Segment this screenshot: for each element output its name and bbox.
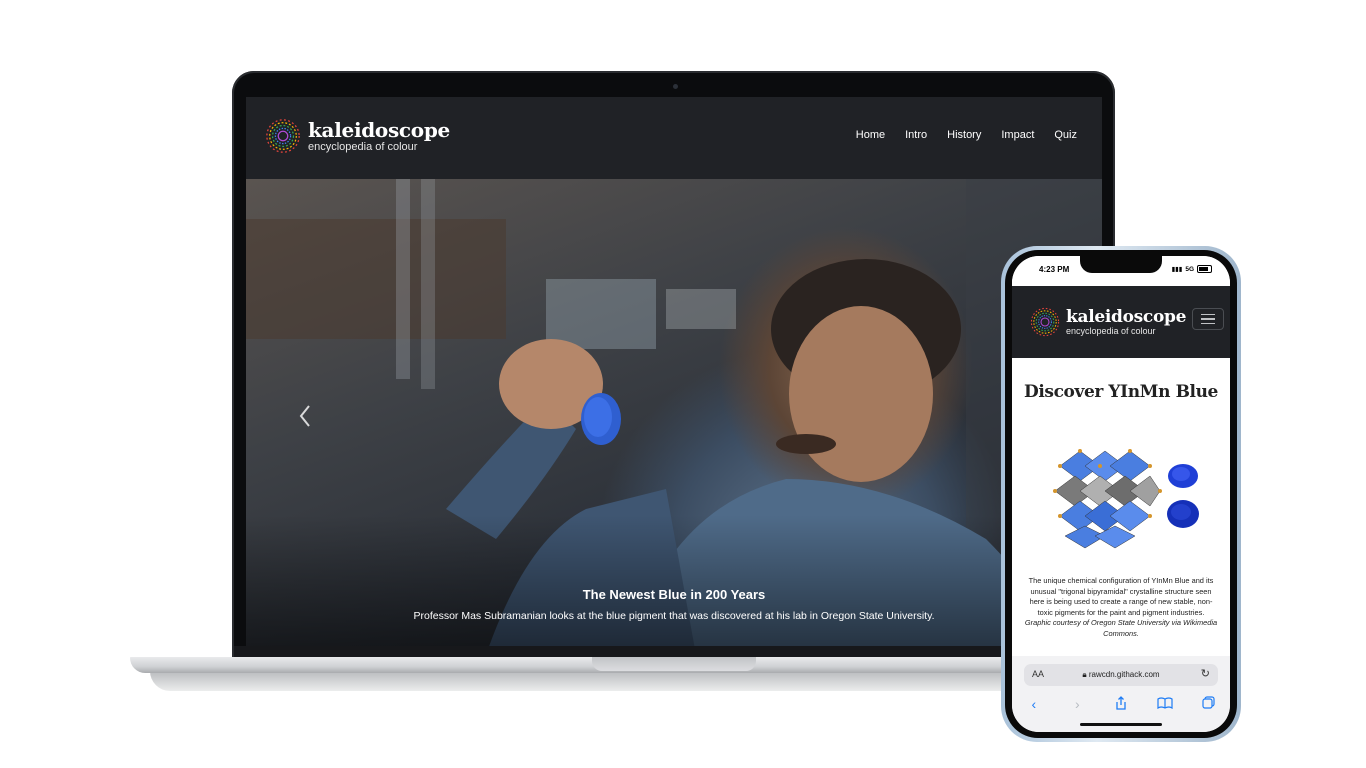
- chevron-left-icon: [299, 405, 310, 427]
- status-indicators: ▮▮▮ 5G: [1172, 265, 1212, 273]
- desktop-site: kaleidoscope encyclopedia of colour Home…: [246, 97, 1102, 655]
- share-glyph: [1116, 695, 1126, 710]
- mobile-site: 4:23 PM ▮▮▮ 5G kaleidoscope encyclopedia…: [1012, 256, 1230, 732]
- camera-dot: [673, 84, 678, 89]
- carousel-caption-title: The Newest Blue in 200 Years: [582, 587, 766, 602]
- crystal-structure-image: [1053, 449, 1199, 549]
- main-nav: Home Intro History Impact Quiz: [856, 129, 1077, 141]
- hero-carousel: The Newest Blue in 200 Years Professor M…: [246, 179, 1102, 655]
- forward-icon[interactable]: ›: [1067, 696, 1087, 712]
- caption-body: The unique chemical configuration of YIn…: [1028, 576, 1214, 617]
- home-indicator[interactable]: [1080, 723, 1162, 726]
- nav-quiz[interactable]: Quiz: [1054, 129, 1077, 141]
- nav-impact[interactable]: Impact: [1001, 129, 1034, 141]
- status-time: 4:23 PM: [1039, 265, 1070, 274]
- nav-history[interactable]: History: [947, 129, 981, 141]
- bookmarks-icon[interactable]: [1155, 696, 1175, 712]
- battery-icon: [1197, 265, 1212, 273]
- carousel-prev-button[interactable]: [298, 403, 318, 433]
- site-name: kaleidoscope: [308, 117, 450, 142]
- image-caption: The unique chemical configuration of YIn…: [1024, 576, 1218, 639]
- address-bar[interactable]: AA 🔒︎ rawcdn.githack.com ↻: [1024, 664, 1218, 686]
- mobile-logo[interactable]: kaleidoscope encyclopedia of colour: [1029, 306, 1186, 338]
- tabs-glyph: [1202, 696, 1215, 709]
- network-label: 5G: [1185, 265, 1194, 273]
- lock-icon: 🔒︎: [1082, 670, 1087, 679]
- hamburger-icon: [1201, 313, 1215, 316]
- laptop-opening-notch: [592, 657, 756, 671]
- caption-overlay: [246, 515, 1102, 655]
- site-header: kaleidoscope encyclopedia of colour Home…: [246, 97, 1102, 179]
- mobile-site-tagline: encyclopedia of colour: [1066, 325, 1156, 336]
- mobile-site-name: kaleidoscope: [1066, 306, 1187, 327]
- safari-toolbar: ‹ ›: [1012, 692, 1230, 716]
- caption-credit: Graphic courtesy of Oregon State Univers…: [1024, 618, 1218, 638]
- hamburger-line: [1201, 322, 1215, 325]
- url-text: rawcdn.githack.com: [1088, 670, 1160, 679]
- nav-intro[interactable]: Intro: [905, 129, 927, 141]
- phone-notch: [1080, 256, 1162, 273]
- reload-icon[interactable]: ↻: [1201, 667, 1210, 680]
- book-glyph: [1156, 697, 1173, 710]
- status-bar: 4:23 PM ▮▮▮ 5G: [1012, 256, 1230, 286]
- site-logo[interactable]: kaleidoscope encyclopedia of colour: [264, 117, 450, 155]
- nav-home[interactable]: Home: [856, 129, 885, 141]
- share-icon[interactable]: [1111, 695, 1131, 713]
- kaleidoscope-logo-icon: [266, 119, 300, 153]
- site-tagline: encyclopedia of colour: [308, 140, 418, 153]
- back-icon[interactable]: ‹: [1024, 696, 1044, 712]
- mobile-page-title: Discover YInMn Blue: [1024, 382, 1218, 402]
- kaleidoscope-logo-icon: [1030, 307, 1060, 337]
- tabs-icon[interactable]: [1198, 696, 1218, 712]
- hamburger-line: [1201, 318, 1215, 320]
- carousel-caption-text: Professor Mas Subramanian looks at the b…: [413, 610, 935, 622]
- safari-bottom-bar: AA 🔒︎ rawcdn.githack.com ↻ ‹ ›: [1012, 656, 1230, 732]
- signal-icon: ▮▮▮: [1171, 266, 1183, 273]
- url-display: 🔒︎ rawcdn.githack.com: [1024, 670, 1218, 680]
- hamburger-menu-button[interactable]: [1192, 308, 1224, 330]
